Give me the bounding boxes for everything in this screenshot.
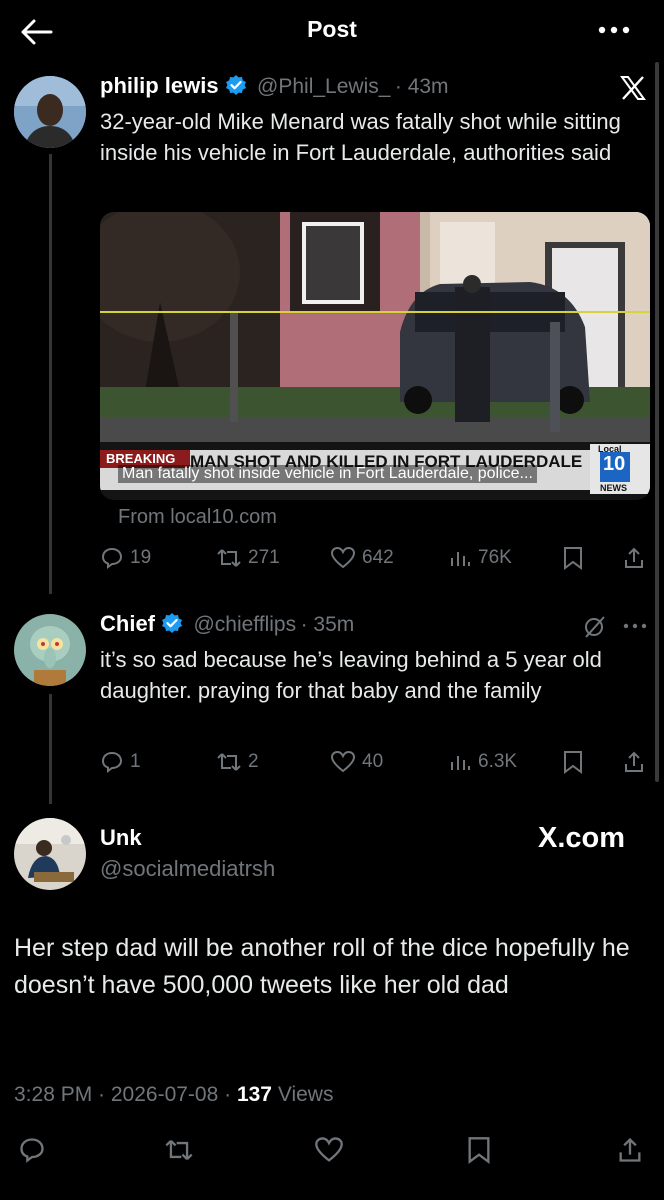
share-icon — [622, 750, 646, 774]
views-count: 137 — [236, 1083, 272, 1106]
reply-button[interactable]: 1 — [100, 750, 141, 774]
bar-chart-icon — [448, 546, 472, 570]
bookmark-button[interactable] — [562, 750, 584, 774]
scrollbar[interactable] — [655, 62, 659, 782]
views-button[interactable]: 76K — [448, 546, 512, 570]
reply-icon — [100, 546, 124, 570]
view-count: 6.3K — [478, 751, 518, 772]
share-button[interactable] — [622, 750, 646, 774]
top-bar: Post — [0, 0, 664, 62]
heart-icon — [314, 1136, 344, 1164]
reply-icon — [100, 750, 124, 774]
views-label: Views — [272, 1083, 334, 1106]
avatar[interactable] — [14, 76, 86, 148]
thread-line — [49, 694, 52, 804]
tweet-header: philip lewis @Phil_Lewis_ · 43m — [100, 73, 449, 99]
like-button[interactable] — [314, 1136, 344, 1164]
x-logo-icon — [620, 76, 646, 100]
reply-button[interactable] — [18, 1136, 46, 1164]
timestamp[interactable]: · 43m — [395, 75, 449, 98]
logo-number: 10 — [603, 453, 626, 475]
bookmark-icon — [562, 546, 584, 570]
avatar[interactable] — [14, 818, 86, 890]
breaking-label: BREAKING — [106, 451, 176, 466]
post-text: Her step dad will be another roll of the… — [14, 934, 630, 999]
like-count: 642 — [362, 547, 394, 568]
reply-count: 19 — [130, 547, 152, 568]
display-name[interactable]: Chief — [100, 611, 155, 636]
repost-icon — [216, 546, 242, 570]
link-source[interactable]: From local10.com — [118, 506, 277, 529]
view-count: 76K — [478, 547, 512, 568]
logo-bottom: NEWS — [600, 483, 627, 493]
bookmark-icon — [466, 1136, 492, 1164]
display-name[interactable]: philip lewis — [100, 73, 219, 98]
repost-icon — [164, 1136, 194, 1164]
share-button[interactable] — [622, 546, 646, 570]
like-button[interactable]: 642 — [330, 546, 394, 570]
post-timestamp[interactable]: 3:28 PM · 2026-07-08 · 137 Views — [14, 1083, 333, 1107]
post-time: 3:28 PM · 2026-07-08 · — [14, 1083, 237, 1106]
post-actions — [0, 1136, 664, 1168]
repost-count: 271 — [248, 547, 280, 568]
display-name[interactable]: Unk — [100, 825, 142, 851]
verified-badge-icon — [161, 612, 183, 634]
bookmark-button[interactable] — [562, 546, 584, 570]
verified-badge-icon — [225, 74, 247, 96]
repost-count: 2 — [248, 751, 259, 772]
share-icon — [622, 546, 646, 570]
tweet-actions: 19 271 642 76K — [0, 546, 664, 576]
bookmark-icon — [562, 750, 584, 774]
share-icon — [616, 1136, 644, 1164]
repost-button[interactable]: 271 — [216, 546, 280, 570]
handle[interactable]: @Phil_Lewis_ — [257, 75, 390, 98]
heart-icon — [330, 546, 356, 570]
handle[interactable]: @socialmediatrsh — [100, 856, 275, 882]
grok-icon[interactable] — [582, 614, 608, 640]
watermark: X.com — [538, 822, 626, 854]
tweet-header: Chief @chiefflips · 35m — [100, 611, 354, 637]
bookmark-button[interactable] — [466, 1136, 492, 1164]
page-title: Post — [307, 16, 357, 42]
thread-line — [49, 154, 52, 594]
bar-chart-icon — [448, 750, 472, 774]
like-button[interactable]: 40 — [330, 750, 383, 774]
handle[interactable]: @chiefflips — [193, 613, 296, 636]
like-count: 40 — [362, 751, 384, 772]
views-button[interactable]: 6.3K — [448, 750, 517, 774]
timestamp[interactable]: · 35m — [301, 613, 355, 636]
repost-icon — [216, 750, 242, 774]
share-button[interactable] — [616, 1136, 644, 1164]
tweet-actions: 1 2 40 6.3K — [0, 750, 664, 780]
more-options-icon[interactable] — [594, 16, 634, 44]
reply-count: 1 — [130, 751, 141, 772]
media-caption-overlay: Man fatally shot inside vehicle in Fort … — [118, 465, 537, 483]
avatar[interactable] — [14, 614, 86, 686]
reply-button[interactable]: 19 — [100, 546, 151, 570]
more-options-icon[interactable] — [622, 616, 648, 636]
heart-icon — [330, 750, 356, 774]
reply-icon — [18, 1136, 46, 1164]
tweet-text: 32-year-old Mike Menard was fatally shot… — [100, 109, 621, 165]
news-video-thumbnail[interactable]: BREAKING MAN SHOT AND KILLED IN FORT LAU… — [100, 212, 650, 500]
repost-button[interactable]: 2 — [216, 750, 259, 774]
tweet-text: it’s so sad because he’s leaving behind … — [100, 647, 602, 703]
repost-button[interactable] — [164, 1136, 194, 1164]
